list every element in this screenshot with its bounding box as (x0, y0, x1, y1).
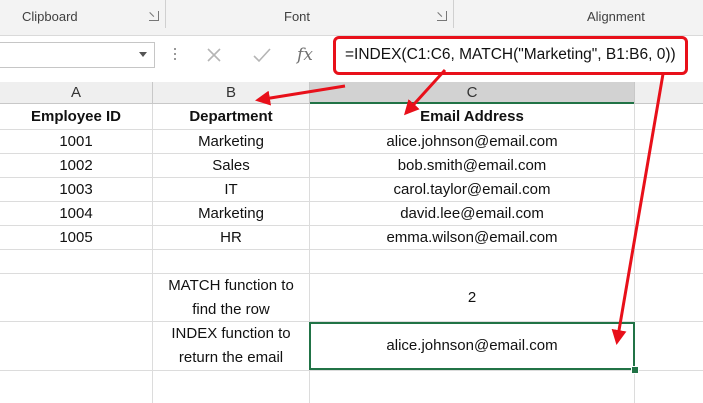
annotation-arrows (255, 68, 665, 345)
arrow-to-result-cell (611, 73, 665, 345)
arrow-to-email-header (403, 68, 447, 116)
arrow-to-column-b (255, 84, 346, 106)
